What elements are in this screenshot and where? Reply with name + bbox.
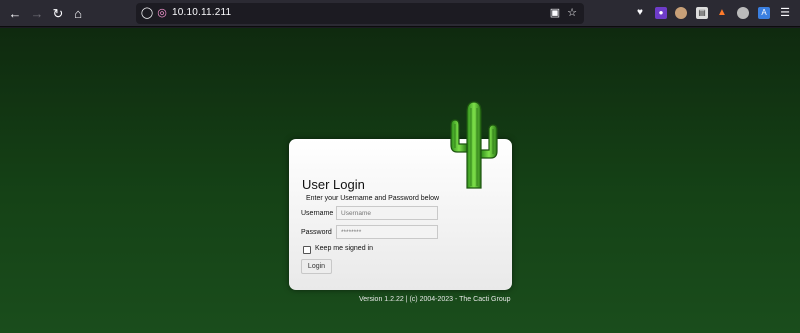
menu-icon[interactable]: ☰ [779, 7, 791, 19]
username-label: Username [301, 210, 334, 217]
username-input[interactable] [336, 206, 438, 220]
forward-icon[interactable]: → [28, 5, 46, 23]
insecure-lock-icon[interactable]: ◎ [155, 6, 169, 20]
bookmark-star-icon[interactable]: ☆ [565, 6, 579, 20]
reload-icon[interactable]: ↻ [49, 5, 67, 23]
pocket-icon[interactable]: ♥ [634, 7, 646, 19]
translate-icon[interactable]: ▣ [548, 6, 562, 20]
keep-signed-in-checkbox[interactable] [303, 246, 311, 254]
keep-signed-in-label[interactable]: Keep me signed in [315, 245, 373, 252]
password-input[interactable] [336, 225, 438, 239]
url-bar[interactable]: ◯ ◎ 10.10.11.211 ▣ ☆ [136, 3, 584, 24]
home-icon[interactable]: ⌂ [69, 5, 87, 23]
browser-toolbar: ← → ↻ ⌂ ◯ ◎ 10.10.11.211 ▣ ☆ ♥ ● ▤ ▲ A ☰ [0, 0, 800, 27]
password-label: Password [301, 229, 332, 236]
extension-doc-icon[interactable]: ▤ [696, 7, 708, 19]
login-title: User Login [302, 177, 365, 192]
extension-face-icon[interactable] [675, 7, 687, 19]
version-footer: Version 1.2.22 | (c) 2004-2023 - The Cac… [359, 296, 511, 303]
url-text[interactable]: 10.10.11.211 [172, 7, 231, 18]
shield-icon[interactable]: ◯ [140, 6, 154, 20]
back-icon[interactable]: ← [6, 5, 24, 23]
extension-fox-icon[interactable]: ▲ [716, 7, 728, 19]
extension-circle-icon[interactable] [737, 7, 749, 19]
login-subtitle: Enter your Username and Password below [306, 195, 440, 202]
cacti-logo-icon [450, 101, 498, 189]
extension-badge-icon[interactable]: ● [655, 7, 667, 19]
login-button[interactable]: Login [301, 259, 332, 274]
extension-translate-icon[interactable]: A [758, 7, 770, 19]
